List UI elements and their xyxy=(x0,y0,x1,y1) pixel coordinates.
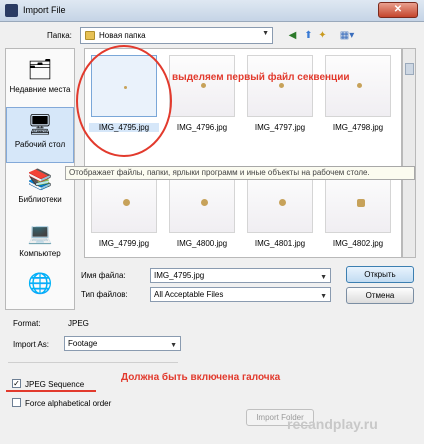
filetype-value: All Acceptable Files xyxy=(154,290,224,299)
thumbnail xyxy=(325,171,391,233)
title-bar: Import File ✕ xyxy=(0,0,424,22)
jpeg-sequence-label: JPEG Sequence xyxy=(25,380,85,389)
file-thumb[interactable]: IMG_4802.jpg xyxy=(323,167,393,257)
file-name: IMG_4801.jpg xyxy=(254,239,306,248)
network-icon: 🌐 xyxy=(27,273,53,295)
thumbnail xyxy=(169,171,235,233)
alphabetical-order-checkbox[interactable] xyxy=(12,398,21,407)
filename-label: Имя файла: xyxy=(81,271,126,280)
import-as-value: Footage xyxy=(68,339,98,348)
place-label: Недавние места xyxy=(9,85,71,94)
thumbnail xyxy=(91,171,157,233)
chevron-down-icon: ▼ xyxy=(320,293,327,300)
back-button[interactable]: ◀ xyxy=(286,29,299,42)
place-computer[interactable]: 💻 Компьютер xyxy=(6,217,74,273)
chevron-down-icon: ▼ xyxy=(320,274,327,281)
scrollbar-thumb[interactable] xyxy=(405,63,414,75)
import-as-select[interactable]: Footage ▼ xyxy=(64,336,181,351)
desktop-icon: 🖥 xyxy=(27,114,53,136)
file-name: IMG_4796.jpg xyxy=(176,123,228,132)
cancel-button[interactable]: Отмена xyxy=(346,287,414,304)
thumbnail xyxy=(247,55,313,117)
import-as-label: Import As: xyxy=(13,340,50,349)
filename-value: IMG_4795.jpg xyxy=(154,271,205,280)
up-folder-button[interactable]: ⬆ xyxy=(302,29,315,42)
new-folder-button[interactable]: ✦ xyxy=(316,29,329,42)
file-thumb[interactable]: IMG_4797.jpg xyxy=(245,51,315,141)
place-label: Библиотеки xyxy=(18,195,62,204)
alphabetical-order-label: Force alphabetical order xyxy=(25,399,112,408)
file-thumb[interactable]: IMG_4799.jpg xyxy=(89,167,159,257)
place-libraries[interactable]: 📚 Библиотеки xyxy=(6,163,74,219)
format-label: Format: xyxy=(13,319,41,328)
file-thumb[interactable]: IMG_4801.jpg xyxy=(245,167,315,257)
file-name: IMG_4799.jpg xyxy=(98,239,150,248)
watermark: recandplay.ru xyxy=(287,416,378,432)
file-name: IMG_4802.jpg xyxy=(332,239,384,248)
filename-input[interactable]: IMG_4795.jpg ▼ xyxy=(150,268,331,283)
file-thumb[interactable]: IMG_4798.jpg xyxy=(323,51,393,141)
open-button[interactable]: Открыть xyxy=(346,266,414,283)
thumbnail xyxy=(247,171,313,233)
filetype-select[interactable]: All Acceptable Files ▼ xyxy=(150,287,331,302)
thumbnail xyxy=(169,55,235,117)
chevron-down-icon: ▼ xyxy=(170,342,177,349)
place-label: Рабочий стол xyxy=(14,140,66,149)
recent-places-icon: 🗂 xyxy=(27,59,53,81)
divider xyxy=(8,362,178,363)
place-network[interactable]: 🌐 xyxy=(6,267,74,323)
lookin-dropdown[interactable]: Новая папка ▼ xyxy=(80,27,273,44)
lookin-label: Папка: xyxy=(47,31,72,40)
chevron-down-icon: ▼ xyxy=(262,30,269,37)
thumbnail xyxy=(325,55,391,117)
file-name: IMG_4798.jpg xyxy=(332,123,384,132)
jpeg-sequence-checkbox[interactable]: ✓ xyxy=(12,379,21,388)
vertical-scrollbar[interactable] xyxy=(402,48,416,258)
file-name: IMG_4797.jpg xyxy=(254,123,306,132)
annotation-select-first: выделяем первый файл секвенции xyxy=(172,72,350,83)
view-menu-button[interactable]: ▦▾ xyxy=(336,29,358,42)
computer-icon: 💻 xyxy=(27,223,53,245)
annotation-circle xyxy=(76,45,172,157)
file-name: IMG_4800.jpg xyxy=(176,239,228,248)
annotation-checkbox-note: Должна быть включена галочка xyxy=(121,372,281,383)
filetype-label: Тип файлов: xyxy=(81,290,128,299)
place-label: Компьютер xyxy=(19,249,61,258)
annotation-underline xyxy=(6,390,96,392)
close-button[interactable]: ✕ xyxy=(378,2,418,18)
after-effects-icon xyxy=(5,4,18,17)
format-value: JPEG xyxy=(68,319,89,328)
place-desktop[interactable]: 🖥 Рабочий стол xyxy=(6,107,74,163)
window-title: Import File xyxy=(23,5,66,15)
place-recent[interactable]: 🗂 Недавние места xyxy=(6,53,74,109)
desktop-tooltip: Отображает файлы, папки, ярлыки программ… xyxy=(65,166,415,180)
libraries-icon: 📚 xyxy=(27,169,53,191)
file-thumb[interactable]: IMG_4800.jpg xyxy=(167,167,237,257)
folder-icon xyxy=(85,31,95,40)
file-thumb[interactable]: IMG_4796.jpg xyxy=(167,51,237,141)
lookin-value: Новая папка xyxy=(99,31,146,40)
